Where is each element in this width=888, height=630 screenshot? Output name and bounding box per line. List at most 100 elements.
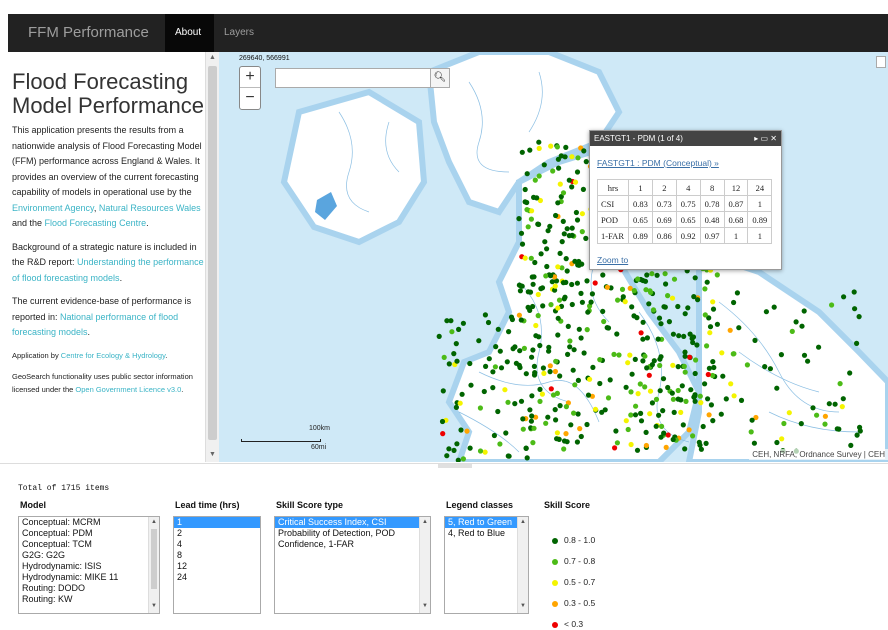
list-item-selected[interactable]: 5, Red to Green	[445, 517, 517, 528]
station-marker[interactable]	[826, 401, 832, 407]
station-marker[interactable]	[529, 413, 535, 419]
station-marker[interactable]	[537, 342, 543, 349]
station-marker[interactable]	[781, 420, 787, 427]
station-marker[interactable]	[554, 430, 560, 436]
station-marker[interactable]	[552, 407, 558, 413]
station-marker[interactable]	[840, 396, 846, 402]
station-marker[interactable]	[563, 404, 569, 410]
station-marker[interactable]	[786, 410, 792, 416]
station-marker[interactable]	[449, 329, 455, 335]
station-marker[interactable]	[554, 144, 560, 150]
station-marker[interactable]	[801, 308, 807, 314]
station-marker[interactable]	[763, 309, 770, 315]
station-marker[interactable]	[710, 299, 716, 305]
station-marker[interactable]	[720, 373, 726, 379]
station-marker[interactable]	[707, 330, 713, 336]
station-marker[interactable]	[560, 280, 566, 286]
scroll-down-icon[interactable]: ▼	[520, 603, 526, 609]
station-marker[interactable]	[454, 441, 460, 447]
station-marker[interactable]	[647, 411, 653, 417]
station-marker[interactable]	[681, 333, 687, 339]
station-marker[interactable]	[585, 309, 591, 315]
station-marker[interactable]	[714, 321, 720, 327]
station-marker[interactable]	[653, 423, 659, 429]
station-marker[interactable]	[692, 275, 698, 281]
station-marker[interactable]	[497, 441, 503, 447]
station-marker[interactable]	[730, 351, 736, 357]
station-marker[interactable]	[540, 365, 546, 371]
station-marker[interactable]	[675, 364, 681, 370]
station-marker[interactable]	[646, 301, 652, 307]
station-marker[interactable]	[549, 279, 555, 285]
station-marker[interactable]	[498, 365, 505, 371]
station-marker[interactable]	[686, 427, 692, 433]
station-marker[interactable]	[658, 321, 664, 327]
station-marker[interactable]	[810, 405, 816, 411]
station-marker[interactable]	[575, 377, 581, 383]
station-marker[interactable]	[547, 369, 553, 375]
station-marker[interactable]	[548, 302, 554, 308]
station-marker[interactable]	[592, 406, 599, 412]
station-marker[interactable]	[569, 281, 575, 288]
station-marker[interactable]	[522, 186, 528, 193]
station-marker[interactable]	[554, 390, 560, 396]
station-marker[interactable]	[560, 218, 566, 224]
station-marker[interactable]	[602, 407, 608, 413]
station-marker[interactable]	[453, 341, 459, 347]
station-marker[interactable]	[477, 448, 484, 454]
list-item[interactable]: Conceptual: MCRM	[19, 517, 159, 528]
station-marker[interactable]	[604, 284, 610, 290]
list-item[interactable]: Routing: KW	[19, 594, 159, 605]
station-marker[interactable]	[640, 319, 646, 325]
station-marker[interactable]	[731, 299, 737, 306]
station-marker[interactable]	[779, 436, 785, 442]
station-marker[interactable]	[563, 256, 569, 262]
station-marker[interactable]	[683, 398, 689, 404]
station-marker[interactable]	[660, 376, 667, 382]
tab-layers[interactable]: Layers	[214, 14, 264, 52]
station-marker[interactable]	[569, 301, 575, 308]
skill-type-listbox[interactable]: Critical Success Index, CSI Probability …	[274, 516, 431, 614]
station-marker[interactable]	[560, 190, 567, 196]
station-marker[interactable]	[448, 318, 454, 324]
station-marker[interactable]	[502, 387, 508, 393]
station-marker[interactable]	[744, 362, 751, 368]
station-marker[interactable]	[546, 348, 552, 354]
station-marker[interactable]	[710, 306, 717, 312]
station-marker[interactable]	[625, 360, 631, 366]
station-marker[interactable]	[477, 405, 483, 411]
station-marker[interactable]	[562, 294, 568, 300]
station-marker[interactable]	[564, 268, 570, 274]
station-marker[interactable]	[751, 440, 758, 446]
list-item-selected[interactable]: Critical Success Index, CSI	[275, 517, 419, 528]
station-marker[interactable]	[656, 412, 662, 418]
station-marker[interactable]	[692, 370, 698, 377]
station-marker[interactable]	[566, 177, 572, 183]
station-marker[interactable]	[531, 363, 537, 369]
station-marker[interactable]	[719, 350, 725, 356]
station-marker[interactable]	[556, 165, 562, 171]
station-marker[interactable]	[533, 322, 539, 329]
station-marker[interactable]	[670, 396, 676, 402]
station-marker[interactable]	[778, 352, 785, 358]
station-marker[interactable]	[553, 358, 559, 364]
station-marker[interactable]	[553, 417, 559, 423]
station-marker[interactable]	[569, 232, 575, 238]
station-marker[interactable]	[832, 401, 838, 407]
station-marker[interactable]	[493, 344, 499, 350]
scroll-up-icon[interactable]: ▲	[422, 519, 428, 525]
station-marker[interactable]	[574, 169, 581, 175]
station-marker[interactable]	[662, 271, 668, 277]
list-item[interactable]: Conceptual: TCM	[19, 539, 159, 550]
station-marker[interactable]	[522, 255, 528, 261]
station-marker[interactable]	[774, 385, 780, 391]
station-marker[interactable]	[503, 430, 509, 436]
station-marker[interactable]	[569, 225, 575, 231]
station-marker[interactable]	[529, 208, 535, 214]
station-marker[interactable]	[679, 383, 685, 389]
station-marker[interactable]	[612, 445, 618, 451]
tab-about[interactable]: About	[165, 14, 214, 52]
station-marker[interactable]	[527, 407, 533, 413]
station-marker[interactable]	[536, 145, 542, 151]
station-marker[interactable]	[688, 387, 694, 393]
